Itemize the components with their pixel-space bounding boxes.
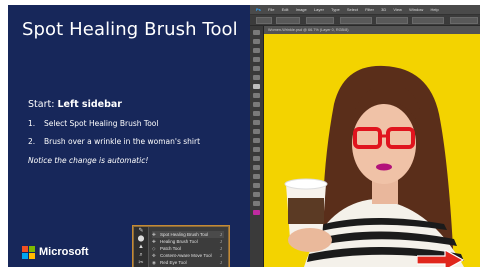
microsoft-logo-icon — [22, 246, 35, 259]
hand-tool-icon[interactable] — [253, 192, 260, 197]
step-number: 1. — [28, 119, 36, 128]
pen-tool-icon[interactable] — [253, 156, 260, 161]
flyout-item-healing-brush[interactable]: ✚ Healing Brush Tool J — [152, 238, 224, 245]
tool-column: ✎ ⬤ ▲ ⌕ ✂ — [134, 227, 149, 267]
spot-healing-tool-icon[interactable] — [253, 84, 260, 89]
menu-item[interactable]: Image — [296, 7, 307, 12]
flyout-item-content-aware-move[interactable]: ✥ Content-Aware Move Tool J — [152, 252, 224, 259]
healing-brush-icon: ✚ — [152, 239, 156, 244]
flyout-item-spot-healing[interactable]: ✚ Spot Healing Brush Tool J — [152, 231, 224, 238]
start-value: Left sidebar — [57, 99, 122, 110]
start-label: Start: — [28, 99, 55, 110]
tools-panel — [250, 26, 264, 267]
content-aware-move-icon: ✥ — [152, 253, 156, 258]
shape-tool-icon[interactable] — [253, 183, 260, 188]
photoshop-window: Ps File Edit Image Layer Type Select Fil… — [250, 5, 480, 267]
move-tool-icon[interactable] — [253, 30, 260, 35]
red-arrow-icon[interactable] — [417, 250, 465, 267]
lasso-tool-icon[interactable] — [253, 48, 260, 53]
step-number: 2. — [28, 137, 36, 146]
menu-item[interactable]: 3D — [381, 7, 386, 12]
crop-tool-icon[interactable] — [253, 66, 260, 71]
dodge-tool-icon[interactable] — [253, 147, 260, 152]
history-brush-tool-icon[interactable] — [253, 111, 260, 116]
type-tool-icon[interactable] — [253, 165, 260, 170]
path-select-tool-icon[interactable] — [253, 174, 260, 179]
note-text: Notice the change is automatic! — [28, 156, 149, 165]
content-aware-option[interactable] — [376, 17, 408, 24]
menu-item[interactable]: Edit — [282, 7, 289, 12]
start-line: Start: Left sidebar — [28, 99, 122, 110]
woman-photo — [264, 34, 480, 267]
brand-name: Microsoft — [39, 246, 89, 258]
document-tab[interactable]: Women-Wrinkle.psd @ 66.7% (Layer 0, RGB/… — [264, 26, 480, 34]
image-canvas[interactable] — [264, 34, 480, 267]
tool-flyout-menu: ✎ ⬤ ▲ ⌕ ✂ ✚ Spot Healing Brush Tool J ✚ Healing… — [133, 226, 229, 267]
step-1: 1. Select Spot Healing Brush Tool — [28, 119, 158, 128]
blur-tool-icon[interactable] — [253, 138, 260, 143]
marquee-tool-icon[interactable] — [253, 39, 260, 44]
spot-healing-icon: ✚ — [152, 232, 156, 237]
gradient-tool-icon[interactable] — [253, 129, 260, 134]
flyout-item-patch[interactable]: ◇ Patch Tool J — [152, 245, 224, 252]
red-eye-icon: ◉ — [152, 260, 156, 265]
menu-item[interactable]: Layer — [314, 7, 324, 12]
eyedropper-tool-icon[interactable] — [253, 75, 260, 80]
step-text: Brush over a wrinkle in the woman's shir… — [44, 137, 201, 146]
tool-preset-picker[interactable] — [256, 17, 272, 24]
mode-select[interactable] — [306, 17, 334, 24]
eraser-tool-icon[interactable] — [253, 120, 260, 125]
menu-item[interactable]: View — [393, 7, 402, 12]
quick-select-tool-icon[interactable] — [253, 57, 260, 62]
zoom-tool-icon[interactable] — [253, 201, 260, 206]
menu-item[interactable]: Ps — [256, 7, 261, 12]
flyout-item-red-eye[interactable]: ◉ Red Eye Tool J — [152, 259, 224, 266]
foreground-color-swatch[interactable] — [253, 210, 260, 215]
step-2: 2. Brush over a wrinkle in the woman's sh… — [28, 137, 200, 146]
slide-title: Spot Healing Brush Tool — [22, 19, 238, 40]
menu-bar: Ps File Edit Image Layer Type Select Fil… — [250, 5, 480, 15]
slide-frame: Spot Healing Brush Tool Start: Left side… — [8, 5, 480, 267]
options-bar — [250, 15, 480, 26]
menu-item[interactable]: Type — [331, 7, 340, 12]
patch-icon: ◇ — [152, 246, 156, 251]
instruction-panel: Spot Healing Brush Tool Start: Left side… — [8, 5, 250, 267]
type-option[interactable] — [340, 17, 372, 24]
menu-item[interactable]: Select — [347, 7, 358, 12]
clone-stamp-tool-icon[interactable] — [253, 102, 260, 107]
menu-item[interactable]: Help — [430, 7, 438, 12]
menu-item[interactable]: File — [268, 7, 274, 12]
brush-size-picker[interactable] — [276, 17, 300, 24]
menu-item[interactable]: Window — [409, 7, 423, 12]
step-text: Select Spot Healing Brush Tool — [44, 119, 159, 128]
brush-tool-icon[interactable] — [253, 93, 260, 98]
menu-item[interactable]: Filter — [365, 7, 374, 12]
create-texture-option[interactable] — [412, 17, 444, 24]
sample-all-layers-option[interactable] — [450, 17, 478, 24]
